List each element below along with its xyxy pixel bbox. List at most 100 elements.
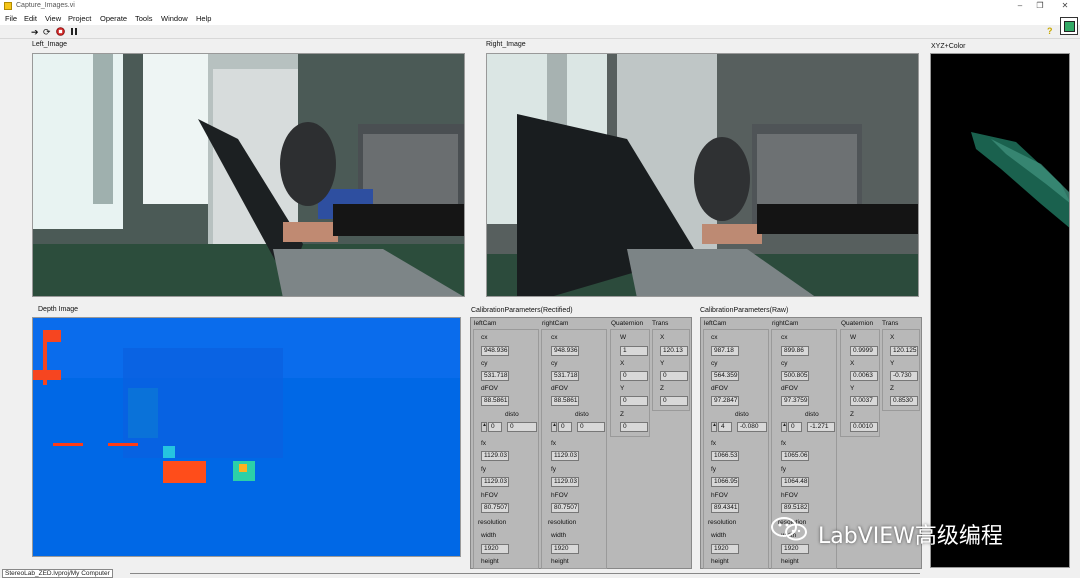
raw-l-hfov-label: hFOV	[711, 492, 728, 499]
rect-t-z[interactable]: 0	[660, 396, 688, 406]
abort-icon[interactable]	[56, 27, 65, 38]
menu-window[interactable]: Window	[161, 14, 188, 23]
vi-connector-icon[interactable]	[1060, 17, 1078, 35]
project-path[interactable]: StereoLab_ZED.lvproj/My Computer	[2, 569, 113, 578]
menu-file[interactable]: File	[5, 14, 17, 23]
depth-image-display[interactable]	[32, 317, 461, 557]
rect-l-disto-spinner[interactable]: ▲▼	[481, 422, 492, 432]
raw-l-disto-value[interactable]: -0.080	[737, 422, 767, 432]
rect-r-cy[interactable]: 531.718	[551, 371, 579, 381]
rect-r-width-label: width	[551, 532, 567, 539]
rect-l-fx[interactable]: 1129.03	[481, 451, 509, 461]
raw-t-y[interactable]: -0.730	[890, 371, 918, 381]
rect-l-fy-label: fy	[481, 466, 487, 473]
menu-edit[interactable]: Edit	[24, 14, 37, 23]
rect-q-w-label: W	[620, 334, 627, 341]
menu-help[interactable]: Help	[196, 14, 211, 23]
raw-l-width[interactable]: 1920	[711, 544, 739, 554]
rect-r-fy[interactable]: 1129.03	[551, 477, 579, 487]
rect-l-fx-label: fx	[481, 440, 487, 447]
left-image-display[interactable]	[32, 53, 465, 297]
rect-q-z[interactable]: 0	[620, 422, 648, 432]
raw-t-z[interactable]: 0.8530	[890, 396, 918, 406]
status-divider	[130, 573, 920, 574]
raw-r-cx[interactable]: 899.86	[781, 346, 809, 356]
rect-l-cx[interactable]: 948.936	[481, 346, 509, 356]
raw-l-fy[interactable]: 1066.95	[711, 477, 739, 487]
raw-r-disto-value[interactable]: -1.271	[807, 422, 835, 432]
rect-r-width[interactable]: 1920	[551, 544, 579, 554]
wechat-watermark: LabVIEW高级编程	[770, 510, 1070, 550]
raw-r-disto-spinner[interactable]: ▲▼	[781, 422, 792, 432]
xyz-color-3d-display[interactable]	[930, 53, 1070, 568]
point-cloud	[971, 132, 1069, 228]
rect-r-fx[interactable]: 1129.03	[551, 451, 579, 461]
raw-r-cy[interactable]: 500.805	[781, 371, 809, 381]
raw-t-z-label: Z	[890, 385, 894, 392]
rect-r-disto-value[interactable]: 0	[577, 422, 605, 432]
raw-q-w[interactable]: 0.9999	[850, 346, 878, 356]
raw-l-width-label: width	[711, 532, 727, 539]
rect-r-disto-label: disto	[575, 411, 589, 418]
raw-r-dfov-label: dFOV	[781, 385, 798, 392]
right-image-display[interactable]	[486, 53, 919, 297]
rect-q-x[interactable]: 0	[620, 371, 648, 381]
raw-l-cx-label: cx	[711, 334, 718, 341]
rect-l-dfov[interactable]: 88.5861	[481, 396, 509, 406]
raw-q-x[interactable]: 0.0063	[850, 371, 878, 381]
rect-r-hfov[interactable]: 80.7507	[551, 503, 579, 513]
rect-rightcam-title: rightCam	[542, 320, 569, 327]
rect-q-w[interactable]: 1	[620, 346, 648, 356]
context-help-icon[interactable]: ?	[1047, 26, 1053, 36]
rect-l-resolution-label: resolution	[478, 519, 507, 526]
rect-l-width[interactable]: 1920	[481, 544, 509, 554]
rect-t-z-label: Z	[660, 385, 664, 392]
raw-l-disto-index[interactable]: 4	[718, 422, 732, 432]
raw-l-hfov[interactable]: 89.4341	[711, 503, 739, 513]
rect-trans-title: Trans	[652, 320, 669, 327]
rect-r-dfov[interactable]: 88.5861	[551, 396, 579, 406]
raw-r-dfov[interactable]: 97.3759	[781, 396, 809, 406]
minimize-button[interactable]: –	[1010, 1, 1030, 10]
close-button[interactable]: ✕	[1055, 1, 1075, 10]
pause-icon[interactable]	[70, 27, 78, 38]
rect-l-hfov[interactable]: 80.7507	[481, 503, 509, 513]
raw-q-z[interactable]: 0.0010	[850, 422, 878, 432]
watermark-text: LabVIEW高级编程	[818, 524, 1003, 549]
rect-l-cx-label: cx	[481, 334, 488, 341]
raw-l-disto-spinner[interactable]: ▲▼	[711, 422, 722, 432]
rect-l-fy[interactable]: 1129.03	[481, 477, 509, 487]
run-arrow-icon[interactable]: ➔	[31, 27, 39, 37]
rect-r-disto-index[interactable]: 0	[558, 422, 572, 432]
rect-l-disto-value[interactable]: 0	[507, 422, 537, 432]
rect-l-height-label: height	[481, 558, 499, 565]
run-continuously-icon[interactable]: ⟳	[43, 27, 51, 37]
raw-r-cy-label: cy	[781, 360, 788, 367]
raw-l-cx[interactable]: 987.18	[711, 346, 739, 356]
rect-l-disto-index[interactable]: 0	[488, 422, 502, 432]
rect-t-x[interactable]: 120.13	[660, 346, 688, 356]
rect-r-cy-label: cy	[551, 360, 558, 367]
menu-project[interactable]: Project	[68, 14, 91, 23]
raw-t-x[interactable]: 120.125	[890, 346, 918, 356]
menu-tools[interactable]: Tools	[135, 14, 153, 23]
rect-leftcam-title: leftCam	[474, 320, 497, 327]
rect-l-cy[interactable]: 531.718	[481, 371, 509, 381]
raw-l-cy[interactable]: 564.359	[711, 371, 739, 381]
raw-r-disto-index[interactable]: 0	[788, 422, 802, 432]
menu-operate[interactable]: Operate	[100, 14, 127, 23]
raw-r-disto-label: disto	[805, 411, 819, 418]
rect-q-y[interactable]: 0	[620, 396, 648, 406]
raw-q-y[interactable]: 0.0037	[850, 396, 878, 406]
raw-l-dfov[interactable]: 97.2847	[711, 396, 739, 406]
rect-t-y[interactable]: 0	[660, 371, 688, 381]
raw-r-fx[interactable]: 1065.06	[781, 451, 809, 461]
rect-r-cx[interactable]: 948.936	[551, 346, 579, 356]
rect-r-disto-spinner[interactable]: ▲▼	[551, 422, 562, 432]
menu-view[interactable]: View	[45, 14, 61, 23]
rect-l-hfov-label: hFOV	[481, 492, 498, 499]
raw-l-fx[interactable]: 1066.53	[711, 451, 739, 461]
title-bar: Capture_Images.vi – ❐ ✕	[0, 0, 1080, 12]
maximize-button[interactable]: ❐	[1030, 1, 1050, 10]
raw-r-fy[interactable]: 1064.48	[781, 477, 809, 487]
